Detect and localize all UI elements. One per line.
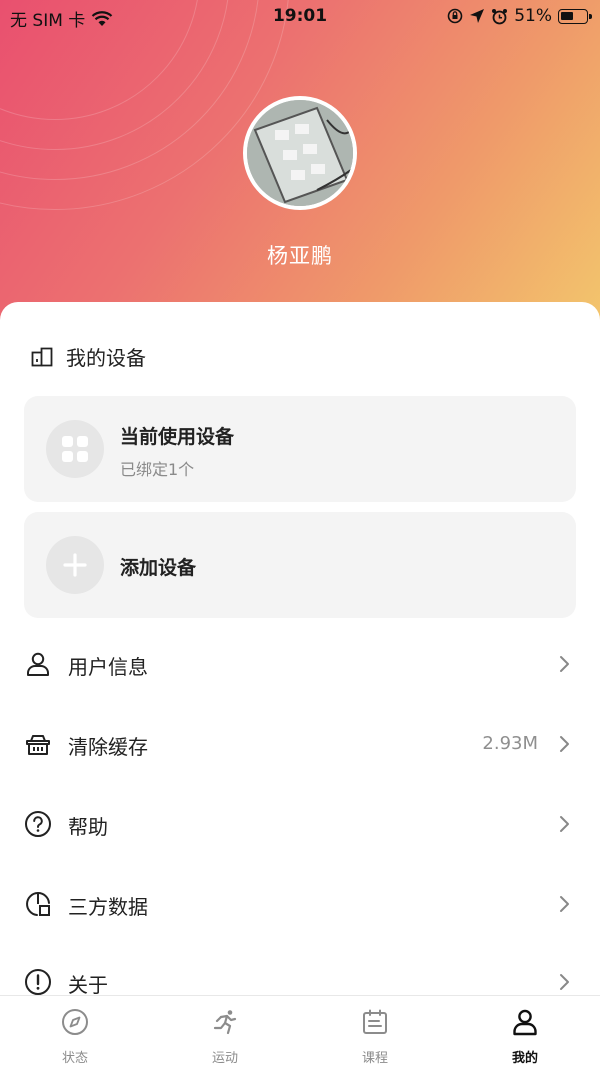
menu-label: 三方数据 [68,895,148,919]
location-arrow-icon [470,9,485,23]
grid-apps-icon [62,436,88,462]
tab-label: 课程 [361,1051,388,1066]
orientation-lock-icon [447,8,463,24]
info-exclamation-icon [25,969,51,995]
username: 杨亚鹏 [267,244,333,268]
add-device-title: 添加设备 [120,557,197,579]
add-device-button[interactable]: 添加设备 [24,512,576,618]
alarm-icon [492,8,508,24]
my-devices-title: 我的设备 [66,346,146,370]
tab-exercise[interactable]: 运动 [150,996,300,1067]
cache-size-value: 2.93M [482,733,538,754]
menu-label: 用户信息 [68,655,148,679]
status-bar: 无 SIM 卡 19:01 51% [0,0,600,34]
menu-item-user-info[interactable]: 用户信息 [0,634,600,694]
device-icon [31,347,53,366]
menu-label: 帮助 [68,815,108,839]
tab-mine[interactable]: 我的 [450,996,600,1067]
my-devices-header: 我的设备 [30,342,146,371]
plus-icon [63,553,87,577]
user-avatar[interactable] [243,96,357,210]
current-device-title: 当前使用设备 [120,426,235,448]
running-icon [213,1010,237,1035]
basket-icon [26,735,50,755]
add-icon-circle [46,536,104,594]
tab-label: 我的 [511,1051,538,1066]
compass-icon [62,1009,88,1035]
current-device-subtitle: 已绑定1个 [120,460,195,479]
menu-item-clear-cache[interactable]: 清除缓存 2.93M [0,714,600,774]
menu-item-third-party-data[interactable]: 三方数据 [0,874,600,934]
chevron-right-icon [560,656,569,672]
avatar-photo [247,100,353,206]
bottom-tab-bar: 状态 运动 课程 我的 [0,995,600,1067]
third-party-data-icon [26,892,50,916]
tab-course[interactable]: 课程 [300,996,450,1067]
profile-content-card: 我的设备 当前使用设备 已绑定1个 添加设备 用户信息 清除缓存 2.93M 帮… [0,302,600,1067]
current-device-card[interactable]: 当前使用设备 已绑定1个 [24,396,576,502]
battery-icon [558,8,592,24]
tab-label: 状态 [61,1051,88,1066]
user-icon [27,652,49,676]
chevron-right-icon [560,896,569,912]
course-icon [363,1009,387,1034]
device-apps-icon-circle [46,420,104,478]
tab-label: 运动 [211,1051,238,1066]
chevron-right-icon [560,974,569,990]
profile-icon [513,1009,537,1036]
chevron-right-icon [560,816,569,832]
menu-label: 清除缓存 [68,735,148,759]
tab-status[interactable]: 状态 [0,996,150,1067]
help-circle-icon [25,811,51,837]
chevron-right-icon [560,736,569,752]
menu-label: 关于 [68,973,108,997]
battery-percentage: 51% [514,6,552,26]
menu-item-help[interactable]: 帮助 [0,794,600,854]
